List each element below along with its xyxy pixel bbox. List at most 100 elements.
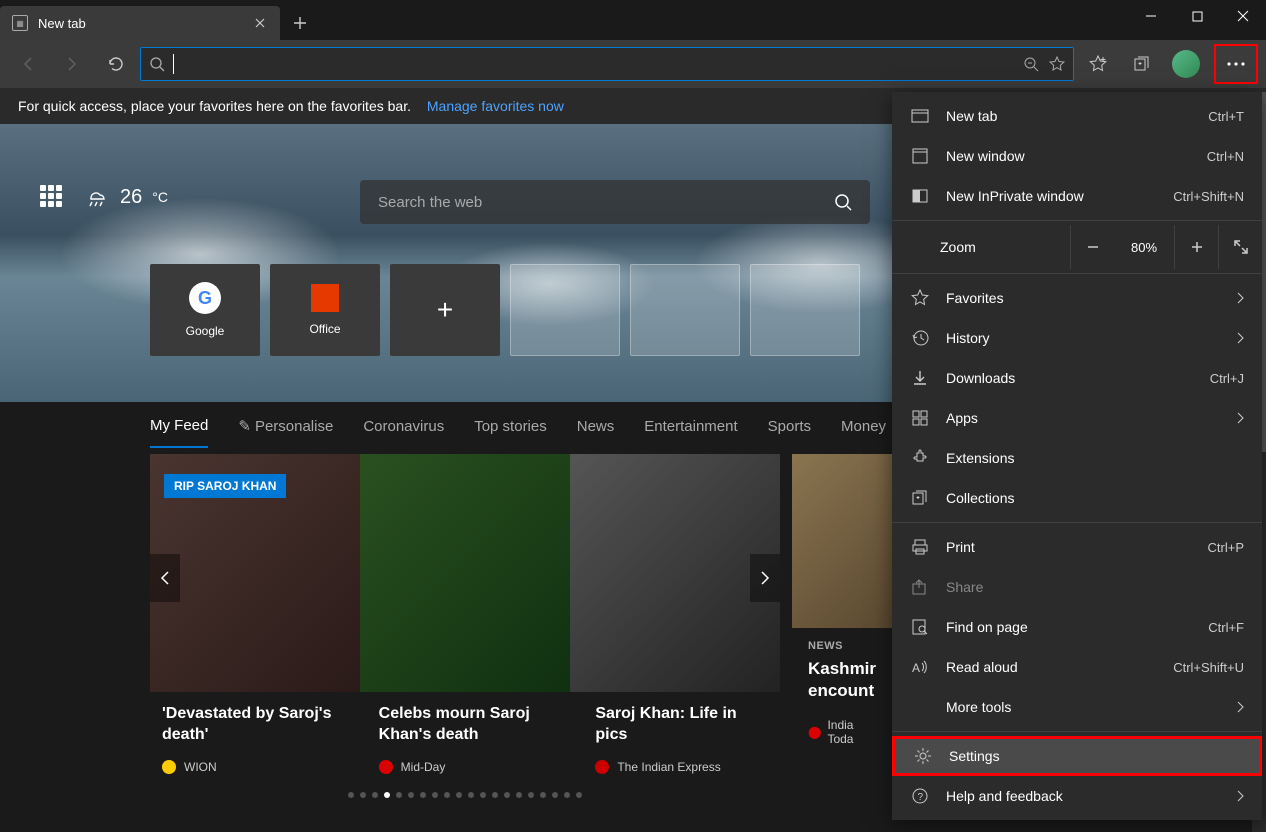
tab-title: New tab [38, 16, 242, 31]
zoom-in-button[interactable] [1174, 225, 1218, 269]
web-search-input[interactable] [378, 194, 834, 211]
favorite-star-icon[interactable] [1049, 56, 1065, 72]
star-icon [910, 288, 930, 308]
profile-button[interactable] [1166, 44, 1206, 84]
maximize-button[interactable] [1174, 0, 1220, 32]
settings-and-more-button[interactable] [1214, 44, 1258, 84]
forward-button[interactable] [52, 44, 92, 84]
zoom-out-button[interactable] [1070, 225, 1114, 269]
tile-office[interactable]: Office [270, 264, 380, 356]
new-tab-button[interactable] [280, 6, 320, 40]
feed-tab-top[interactable]: Top stories [474, 406, 547, 447]
tile-google[interactable]: G Google [150, 264, 260, 356]
svg-text:?: ? [918, 792, 924, 803]
feed-tab-myfeed[interactable]: My Feed [150, 405, 208, 448]
feed-tab-personalise[interactable]: ✎Personalise [238, 405, 333, 447]
chevron-right-icon [1236, 412, 1244, 424]
fullscreen-button[interactable] [1218, 225, 1262, 269]
app-launcher-icon[interactable] [40, 185, 64, 209]
temperature-unit: °C [152, 189, 168, 205]
share-icon [910, 577, 930, 597]
manage-favorites-link[interactable]: Manage favorites now [427, 98, 564, 114]
menu-new-window[interactable]: New window Ctrl+N [892, 136, 1262, 176]
weather-widget[interactable]: 26 °C [84, 184, 168, 210]
tile-empty[interactable] [630, 264, 740, 356]
weather-icon [84, 184, 110, 210]
tile-empty[interactable] [750, 264, 860, 356]
menu-read-aloud[interactable]: A Read aloud Ctrl+Shift+U [892, 647, 1262, 687]
gear-icon [913, 746, 933, 766]
address-bar[interactable] [140, 47, 1074, 81]
collections-icon [910, 488, 930, 508]
zoom-indicator-icon[interactable] [1023, 56, 1039, 72]
carousel-item[interactable]: Celebs mourn Saroj Khan's death Mid-Day [367, 704, 564, 774]
menu-downloads[interactable]: Downloads Ctrl+J [892, 358, 1262, 398]
menu-favorites[interactable]: Favorites [892, 278, 1262, 318]
search-submit-icon[interactable] [834, 193, 852, 211]
chevron-right-icon [1236, 292, 1244, 304]
menu-find[interactable]: Find on page Ctrl+F [892, 607, 1262, 647]
refresh-button[interactable] [96, 44, 136, 84]
favorites-button[interactable] [1078, 44, 1118, 84]
feed-tab-coronavirus[interactable]: Coronavirus [363, 406, 444, 447]
menu-apps[interactable]: Apps [892, 398, 1262, 438]
titlebar: ▦ New tab [0, 0, 1266, 40]
feed-tab-money[interactable]: Money [841, 406, 886, 447]
card-image[interactable]: RIP SAROJ KHAN [150, 454, 360, 692]
google-icon: G [189, 282, 221, 314]
find-icon [910, 617, 930, 637]
menu-zoom: Zoom 80% [892, 225, 1262, 269]
carousel-next-button[interactable] [750, 554, 780, 602]
tile-add[interactable]: + [390, 264, 500, 356]
menu-inprivate[interactable]: New InPrivate window Ctrl+Shift+N [892, 176, 1262, 216]
menu-print[interactable]: Print Ctrl+P [892, 527, 1262, 567]
carousel-card: RIP SAROJ KHAN 'Devastated by Saroj's de… [150, 454, 780, 802]
window-controls [1128, 0, 1266, 32]
temperature-value: 26 [120, 186, 142, 209]
close-window-button[interactable] [1220, 0, 1266, 32]
print-icon [910, 537, 930, 557]
card-image[interactable] [360, 454, 570, 692]
news-card[interactable]: NEWS Kashmir encount ⬤India Toda [792, 454, 892, 802]
help-icon: ? [910, 786, 930, 806]
minimize-button[interactable] [1128, 0, 1174, 32]
tile-empty[interactable] [510, 264, 620, 356]
news-source: ⬤India Toda [808, 718, 876, 746]
toolbar [0, 40, 1266, 88]
window-icon [910, 146, 930, 166]
plus-icon: + [437, 294, 453, 326]
tab-page-icon: ▦ [12, 15, 28, 31]
chevron-right-icon [1236, 332, 1244, 344]
zoom-value: 80% [1114, 240, 1174, 255]
carousel-item[interactable]: 'Devastated by Saroj's death' WION [150, 704, 347, 774]
carousel-prev-button[interactable] [150, 554, 180, 602]
back-button[interactable] [8, 44, 48, 84]
inprivate-icon [910, 186, 930, 206]
menu-history[interactable]: History [892, 318, 1262, 358]
browser-tab[interactable]: ▦ New tab [0, 6, 280, 40]
news-image [792, 454, 892, 628]
menu-more-tools[interactable]: More tools [892, 687, 1262, 727]
chevron-right-icon [1236, 790, 1244, 802]
news-title: Kashmir encount [808, 658, 876, 702]
quick-links-tiles: G Google Office + [150, 264, 860, 356]
menu-extensions[interactable]: Extensions [892, 438, 1262, 478]
collections-button[interactable] [1122, 44, 1162, 84]
menu-new-tab[interactable]: New tab Ctrl+T [892, 96, 1262, 136]
settings-menu: New tab Ctrl+T New window Ctrl+N New InP… [892, 92, 1262, 820]
tab-close-icon[interactable] [252, 15, 268, 31]
web-search-box[interactable] [360, 180, 870, 224]
newtab-icon [910, 106, 930, 126]
card-image[interactable] [570, 454, 780, 692]
chevron-right-icon [1236, 701, 1244, 713]
feed-tab-sports[interactable]: Sports [768, 406, 811, 447]
menu-help[interactable]: ? Help and feedback [892, 776, 1262, 816]
download-icon [910, 368, 930, 388]
carousel-item[interactable]: Saroj Khan: Life in pics The Indian Expr… [583, 704, 780, 774]
feed-tab-entertainment[interactable]: Entertainment [644, 406, 737, 447]
feed-tab-news[interactable]: News [577, 406, 615, 447]
menu-collections[interactable]: Collections [892, 478, 1262, 518]
menu-settings[interactable]: Settings [892, 736, 1262, 776]
text-cursor [173, 54, 174, 74]
history-icon [910, 328, 930, 348]
